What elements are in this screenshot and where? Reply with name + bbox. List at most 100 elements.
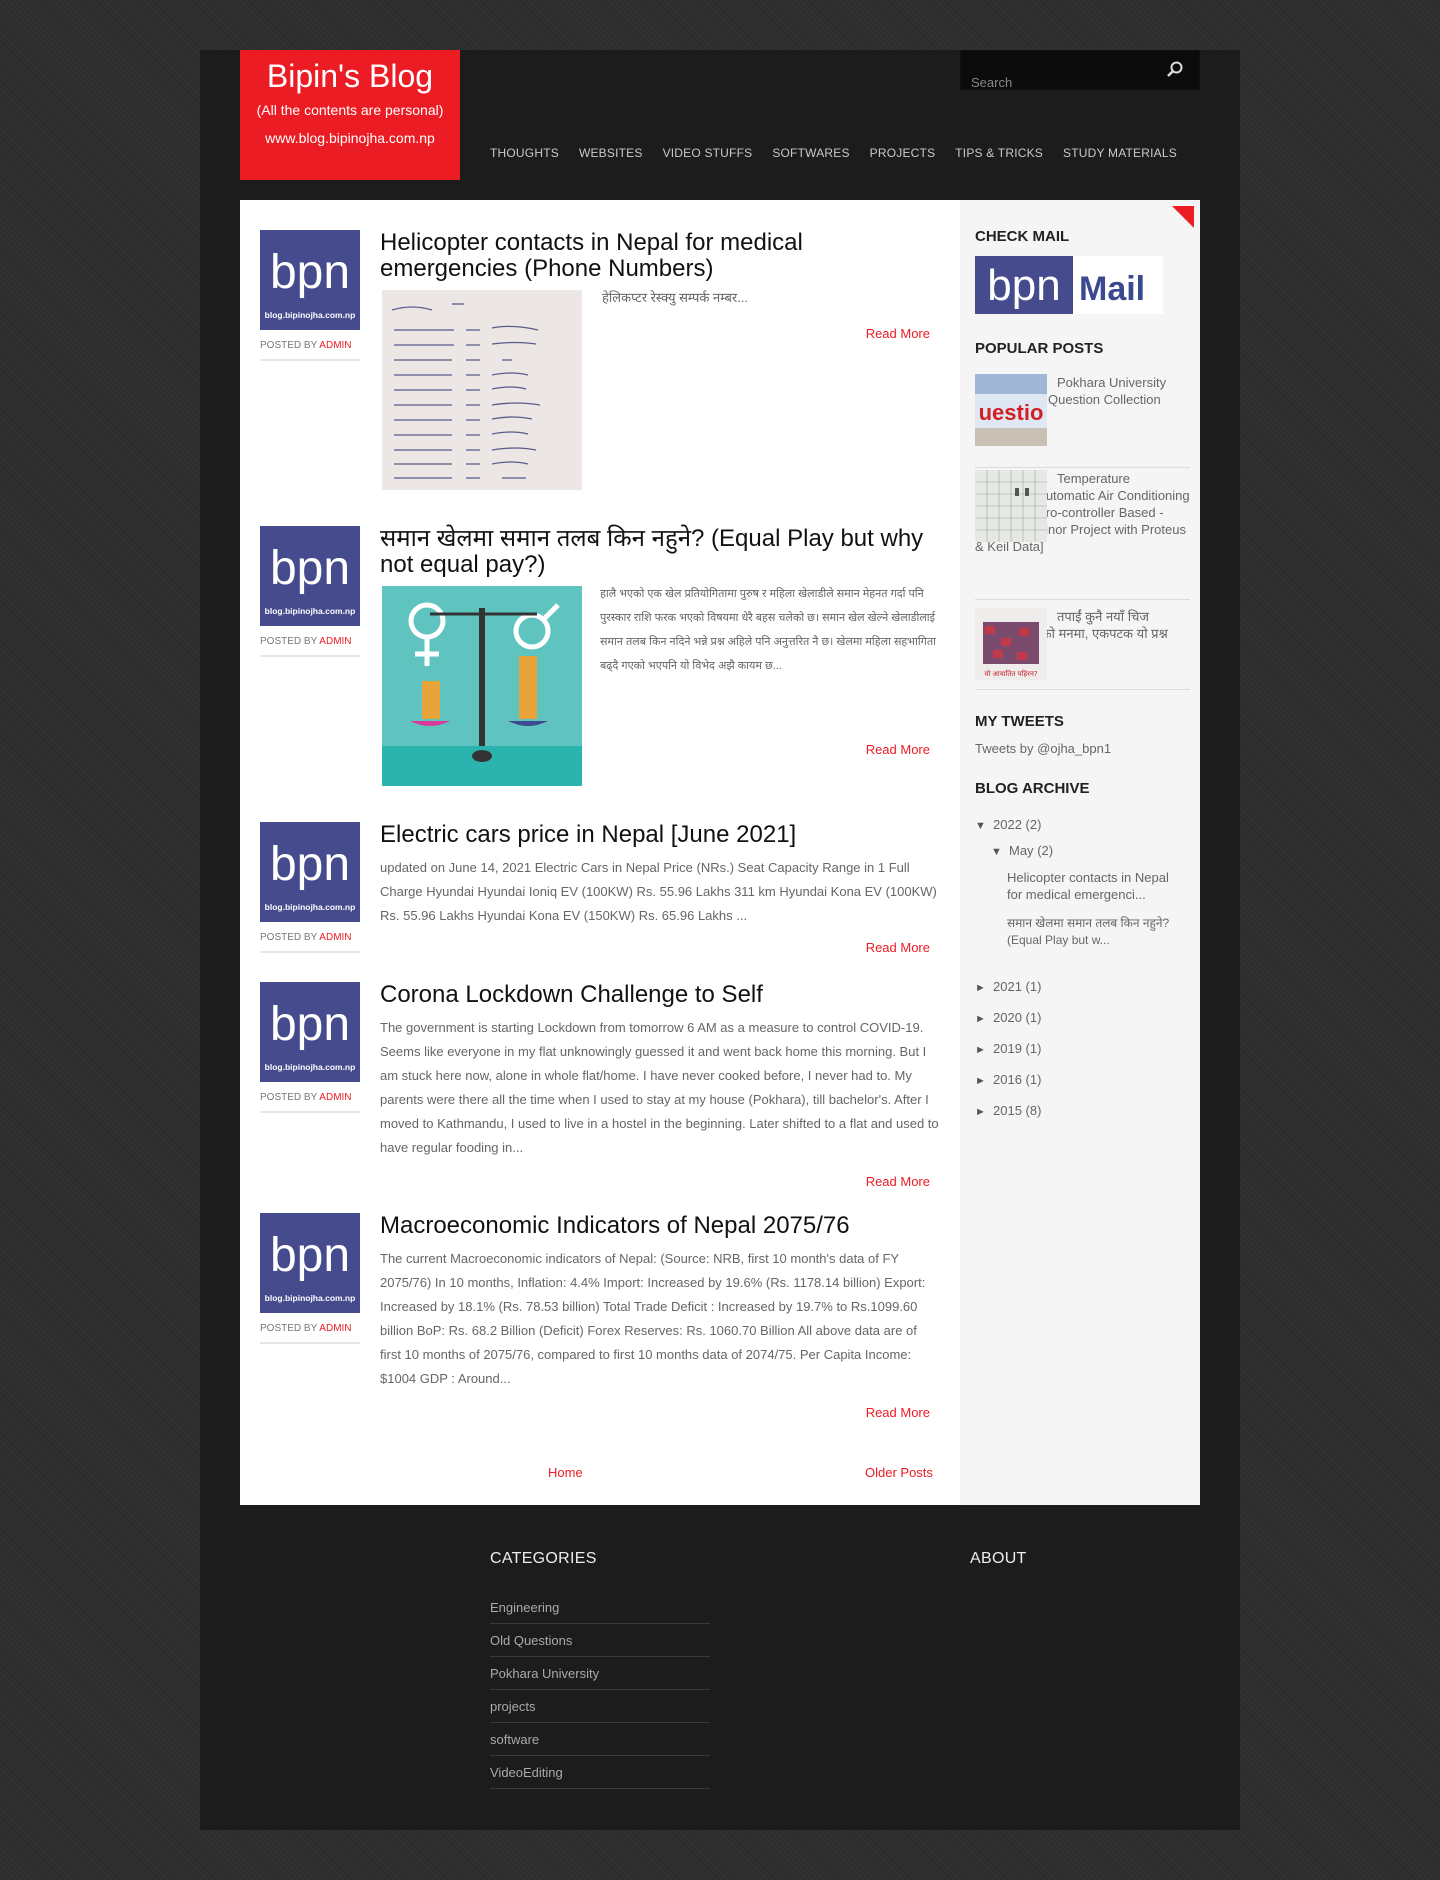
popular-post-thumbnail[interactable]: यो आयातित पहिरन? (975, 608, 1047, 680)
svg-text:यो आयातित पहिरन?: यो आयातित पहिरन? (984, 669, 1037, 678)
post-thumbnail[interactable] (382, 290, 582, 490)
expand-toggle-icon[interactable]: ► (975, 1013, 993, 1025)
popular-post-item[interactable]: uestio Pokhara University Engineering Qu… (975, 374, 1190, 468)
my-tweets-title: MY TWEETS (975, 713, 1064, 730)
author-link[interactable]: ADMIN (319, 1323, 351, 1334)
post-meta: POSTED BY ADMIN (260, 636, 360, 657)
post-excerpt: updated on June 14, 2021 Electric Cars i… (380, 860, 937, 923)
post: bpn blog.bipinojha.com.np POSTED BY ADMI… (260, 526, 940, 796)
post-excerpt: The government is starting Lockdown from… (380, 1020, 939, 1155)
author-link[interactable]: ADMIN (319, 1092, 351, 1103)
blog-url[interactable]: www.blog.bipinojha.com.np (240, 128, 460, 148)
archive-month-may[interactable]: ▼ May (2) (991, 843, 1053, 858)
author-link[interactable]: ADMIN (319, 636, 351, 647)
post-meta: POSTED BY ADMIN (260, 340, 360, 361)
expand-toggle-icon[interactable]: ► (975, 1075, 993, 1087)
posted-by-label: POSTED BY (260, 1092, 320, 1103)
nav-tips-tricks[interactable]: TIPS & TRICKS (955, 146, 1043, 160)
post-excerpt: हालै भएको एक खेल प्रतियोगितामा पुरुष र म… (600, 588, 936, 672)
popular-post-thumbnail[interactable] (975, 470, 1047, 542)
tweets-link[interactable]: Tweets by @ojha_bpn1 (975, 741, 1111, 756)
avatar-caption: blog.bipinojha.com.np (264, 1293, 356, 1303)
bpn-logo-icon: bpn (270, 248, 350, 298)
posted-by-label: POSTED BY (260, 1323, 320, 1334)
blog-title[interactable]: Bipin's Blog (240, 56, 460, 96)
read-more-link[interactable]: Read More (866, 1174, 930, 1189)
author-link[interactable]: ADMIN (319, 932, 351, 943)
nav-video-stuffs[interactable]: VIDEO STUFFS (663, 146, 753, 160)
nav-thoughts[interactable]: THOUGHTS (490, 146, 559, 160)
avatar-caption: blog.bipinojha.com.np (264, 902, 356, 912)
expand-toggle-icon[interactable]: ► (975, 1044, 993, 1056)
author-avatar[interactable]: bpn blog.bipinojha.com.np (260, 822, 360, 922)
nav-study-materials[interactable]: STUDY MATERIALS (1063, 146, 1177, 160)
post-meta: POSTED BY ADMIN (260, 1092, 360, 1113)
expand-toggle-icon[interactable]: ▼ (975, 820, 993, 832)
post-excerpt: The current Macroeconomic indicators of … (380, 1251, 926, 1386)
bpn-mail-logo[interactable]: bpn Mail (975, 256, 1163, 314)
search-input[interactable] (971, 75, 1151, 89)
popular-post-thumbnail[interactable]: uestio (975, 374, 1047, 446)
expand-toggle-icon[interactable]: ► (975, 982, 993, 994)
author-link[interactable]: ADMIN (319, 340, 351, 351)
post-title[interactable]: समान खेलमा समान तलब किन नहुने? (Equal Pl… (380, 526, 940, 578)
older-posts-link[interactable]: Older Posts (865, 1465, 933, 1480)
archive-year-2022[interactable]: ▼ 2022 (2) (975, 817, 1041, 832)
category-link[interactable]: Pokhara University (490, 1666, 710, 1690)
read-more-link[interactable]: Read More (866, 742, 930, 757)
popular-post-item[interactable]: यो आयातित पहिरन? तपाईं कुनै नयाँ चिज किन… (975, 608, 1190, 690)
archive-year-2021[interactable]: ► 2021 (1) (975, 979, 1041, 994)
expand-toggle-icon[interactable]: ▼ (991, 846, 1009, 858)
category-link[interactable]: VideoEditing (490, 1765, 710, 1789)
archive-year-2016[interactable]: ► 2016 (1) (975, 1072, 1041, 1087)
nav-softwares[interactable]: SOFTWARES (772, 146, 849, 160)
expand-toggle-icon[interactable]: ► (975, 1106, 993, 1118)
author-avatar[interactable]: bpn blog.bipinojha.com.np (260, 982, 360, 1082)
read-more-link[interactable]: Read More (866, 940, 930, 955)
post-title[interactable]: Electric cars price in Nepal [June 2021] (380, 822, 940, 848)
svg-text:bpn: bpn (270, 248, 350, 298)
category-link[interactable]: projects (490, 1699, 710, 1723)
check-mail-title: CHECK MAIL (975, 228, 1070, 245)
nav-websites[interactable]: WEBSITES (579, 146, 643, 160)
post-meta: POSTED BY ADMIN (260, 1323, 360, 1344)
posted-by-label: POSTED BY (260, 932, 320, 943)
post-title[interactable]: Corona Lockdown Challenge to Self (380, 982, 940, 1008)
category-link[interactable]: software (490, 1732, 710, 1756)
home-link[interactable]: Home (548, 1465, 583, 1480)
main-nav: THOUGHTS WEBSITES VIDEO STUFFS SOFTWARES… (490, 146, 1197, 160)
post-thumbnail[interactable] (382, 586, 582, 786)
blog-archive-title: BLOG ARCHIVE (975, 780, 1090, 797)
sidebar: CHECK MAIL bpn Mail POPULAR POSTS uestio… (960, 200, 1200, 1505)
archive-post-link[interactable]: Helicopter contacts in Nepal for medical… (1007, 869, 1182, 903)
archive-year-2020[interactable]: ► 2020 (1) (975, 1010, 1041, 1025)
bpn-logo-icon: bpn (270, 1231, 350, 1281)
popular-post-item[interactable]: Temperature Controlled Automatic Air Con… (975, 468, 1190, 600)
post-excerpt: हेलिकप्टर रेस्क्यु सम्पर्क नम्बर... (602, 290, 749, 305)
post: bpn blog.bipinojha.com.np POSTED BY ADMI… (260, 1213, 940, 1423)
author-avatar[interactable]: bpn blog.bipinojha.com.np (260, 526, 360, 626)
about-title: ABOUT (970, 1550, 1027, 1567)
category-link[interactable]: Old Questions (490, 1633, 710, 1657)
bpn-logo-icon: bpn (270, 840, 350, 890)
post: bpn blog.bipinojha.com.np POSTED BY ADMI… (260, 822, 940, 962)
post-meta: POSTED BY ADMIN (260, 932, 360, 953)
archive-year-2015[interactable]: ► 2015 (8) (975, 1103, 1041, 1118)
search-icon[interactable] (1165, 60, 1185, 80)
author-avatar[interactable]: bpn blog.bipinojha.com.np (260, 1213, 360, 1313)
categories-title: CATEGORIES (490, 1550, 597, 1567)
svg-text:bpn: bpn (270, 1231, 350, 1281)
post-title[interactable]: Macroeconomic Indicators of Nepal 2075/7… (380, 1213, 940, 1239)
read-more-link[interactable]: Read More (866, 326, 930, 341)
nav-projects[interactable]: PROJECTS (870, 146, 936, 160)
avatar-caption: blog.bipinojha.com.np (264, 606, 356, 616)
category-link[interactable]: Engineering (490, 1600, 710, 1624)
author-avatar[interactable]: bpn blog.bipinojha.com.np (260, 230, 360, 330)
read-more-link[interactable]: Read More (866, 1405, 930, 1420)
blog-logo[interactable]: Bipin's Blog (All the contents are perso… (240, 50, 460, 180)
archive-year-2019[interactable]: ► 2019 (1) (975, 1041, 1041, 1056)
corner-ribbon (1172, 206, 1194, 228)
post-title[interactable]: Helicopter contacts in Nepal for medical… (380, 230, 940, 282)
bpn-logo-icon: bpn (270, 544, 350, 594)
archive-post-link[interactable]: समान खेलमा समान तलब किन नहुने? (Equal Pl… (1007, 915, 1182, 949)
